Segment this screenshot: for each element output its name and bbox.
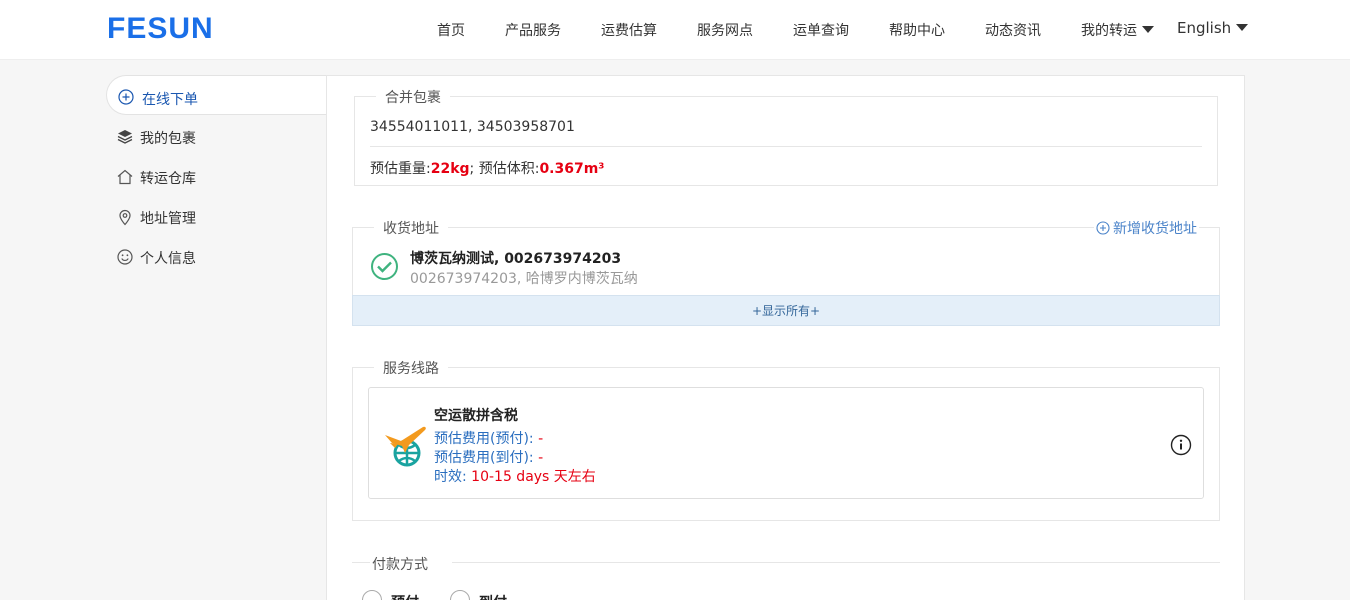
divider (352, 562, 370, 563)
address-legend: 收货地址 (374, 218, 448, 238)
prepaid-fee-label: 预估费用(预付): (434, 431, 534, 447)
top-header: FESUN 首页 产品服务 运费估算 服务网点 运单查询 帮助中心 动态资讯 我… (0, 0, 1350, 60)
merge-packages-section: 合并包裹 34554011011, 34503958701 预估重量:22kg;… (354, 87, 1218, 186)
show-all-addresses-button[interactable]: +显示所有+ (352, 295, 1220, 326)
sidebar-item-label: 地址管理 (140, 211, 196, 227)
weight-value: 22kg (430, 161, 470, 177)
prepaid-fee-value: - (538, 431, 544, 447)
language-select[interactable]: English (1177, 19, 1249, 37)
route-name: 空运散拼含税 (434, 408, 518, 424)
volume-value: 0.367m³ (539, 161, 605, 177)
logo[interactable]: FESUN (107, 12, 214, 46)
payment-option-prepaid[interactable]: 预付 (391, 592, 419, 600)
separator: ; (469, 161, 479, 177)
nav-home[interactable]: 首页 (437, 20, 465, 40)
sidebar-item-warehouse[interactable]: 转运仓库 (106, 157, 326, 197)
smiley-icon (117, 249, 133, 265)
prepaid-fee-row: 预估费用(预付): - (434, 428, 543, 448)
nav-news[interactable]: 动态资讯 (985, 20, 1041, 40)
nav-waybill-query[interactable]: 运单查询 (793, 20, 849, 40)
sidebar-item-label: 个人信息 (140, 251, 196, 267)
package-estimate: 预估重量:22kg; 预估体积:0.367m³ (370, 158, 604, 178)
main-panel: 合并包裹 34554011011, 34503958701 预估重量:22kg;… (326, 75, 1245, 600)
transit-time-label: 时效: (434, 469, 467, 485)
nav-freight-estimate[interactable]: 运费估算 (601, 20, 657, 40)
transit-time-row: 时效: 10-15 days 天左右 (434, 466, 596, 486)
plus-circle-icon (118, 89, 134, 105)
nav-service-points[interactable]: 服务网点 (697, 20, 753, 40)
sidebar-item-profile[interactable]: 个人信息 (106, 237, 326, 277)
sidebar-item-label: 转运仓库 (140, 171, 196, 187)
check-circle-icon[interactable] (370, 252, 399, 281)
transit-time-value: 10-15 days 天左右 (471, 469, 596, 485)
payment-option-collect[interactable]: 到付 (479, 592, 507, 600)
sidebar-item-label: 在线下单 (142, 92, 198, 108)
service-route-legend: 服务线路 (374, 358, 448, 378)
collect-fee-row: 预估费用(到付): - (434, 447, 543, 467)
sidebar-item-my-packages[interactable]: 我的包裹 (106, 117, 326, 157)
info-icon[interactable] (1170, 434, 1192, 456)
service-route-section: 服务线路 空运散拼含税 预估费用(预付): - 预估费用(到付): - 时效: … (352, 358, 1220, 521)
nav-my-transship-label: 我的转运 (1081, 23, 1137, 39)
chevron-down-icon (1142, 26, 1154, 33)
add-address-link[interactable]: 新增收货地址 (1094, 218, 1199, 238)
nav-help-center[interactable]: 帮助中心 (889, 20, 945, 40)
language-label: English (1177, 19, 1232, 37)
home-icon (117, 169, 133, 185)
address-detail: 002673974203, 哈博罗内博茨瓦纳 (410, 271, 638, 287)
plus-circle-icon (1096, 221, 1110, 235)
sidebar-item-address[interactable]: 地址管理 (106, 197, 326, 237)
address-section: 收货地址 新增收货地址 博茨瓦纳测试, 002673974203 0026739… (352, 218, 1220, 326)
chevron-down-icon (1236, 24, 1249, 31)
collect-fee-label: 预估费用(到付): (434, 450, 534, 466)
payment-legend: 付款方式 (372, 557, 428, 573)
add-address-label: 新增收货地址 (1113, 221, 1197, 237)
volume-label: 预估体积: (478, 161, 540, 177)
payment-radio-collect[interactable] (450, 590, 470, 600)
layers-icon (117, 130, 133, 144)
package-ids: 34554011011, 34503958701 (370, 119, 575, 135)
sidebar-item-label: 我的包裹 (140, 131, 196, 147)
nav-products[interactable]: 产品服务 (505, 20, 561, 40)
divider (452, 562, 1220, 563)
address-name[interactable]: 博茨瓦纳测试, 002673974203 (410, 248, 621, 268)
nav-my-transship[interactable]: 我的转运 (1081, 20, 1154, 40)
collect-fee-value: - (538, 450, 544, 466)
sidebar-item-online-order[interactable]: 在线下单 (106, 75, 326, 115)
merge-packages-legend: 合并包裹 (376, 87, 450, 107)
divider (370, 146, 1202, 147)
air-freight-globe-icon (385, 426, 426, 467)
route-card[interactable]: 空运散拼含税 预估费用(预付): - 预估费用(到付): - 时效: 10-15… (368, 387, 1204, 499)
location-pin-icon (119, 209, 131, 226)
payment-radio-prepaid[interactable] (362, 590, 382, 600)
weight-label: 预估重量: (370, 161, 431, 177)
